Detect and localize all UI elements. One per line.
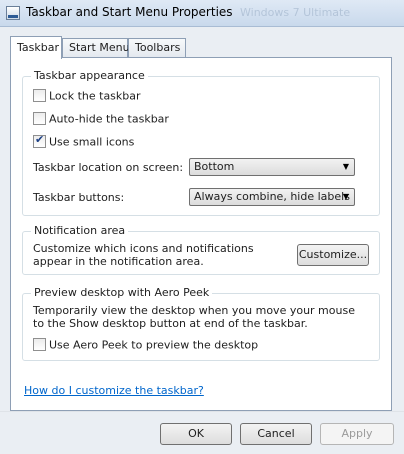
autohide-taskbar-checkbox[interactable] bbox=[33, 111, 46, 125]
taskbar-buttons-label: Taskbar buttons: bbox=[33, 191, 125, 204]
taskbar-location-value: Bottom bbox=[194, 160, 235, 173]
taskbar-app-icon bbox=[6, 6, 20, 20]
aero-peek-checkbox[interactable] bbox=[33, 337, 46, 351]
footer-divider bbox=[0, 411, 404, 412]
group-title-notification-area: Notification area bbox=[31, 224, 129, 237]
autohide-taskbar-row[interactable]: Auto-hide the taskbar bbox=[33, 111, 169, 126]
tab-start-menu[interactable]: Start Menu bbox=[62, 38, 130, 57]
aero-peek-row[interactable]: Use Aero Peek to preview the desktop bbox=[33, 337, 259, 352]
group-title-aero-peek: Preview desktop with Aero Peek bbox=[31, 286, 213, 299]
lock-taskbar-checkbox[interactable] bbox=[33, 88, 46, 102]
taskbar-buttons-value: Always combine, hide labels bbox=[194, 190, 350, 203]
group-notification-area: Notification area Customize which icons … bbox=[22, 224, 380, 275]
group-aero-peek: Preview desktop with Aero Peek Temporari… bbox=[22, 286, 380, 361]
small-icons-label: Use small icons bbox=[49, 135, 135, 149]
ok-button[interactable]: OK bbox=[160, 423, 232, 445]
chevron-down-icon: ▼ bbox=[342, 162, 349, 171]
window-title: Taskbar and Start Menu Properties bbox=[26, 5, 233, 19]
small-icons-checkbox[interactable] bbox=[33, 133, 46, 148]
window-title-ghost-text: Windows 7 Ultimate bbox=[240, 6, 351, 19]
tab-taskbar[interactable]: Taskbar bbox=[10, 36, 62, 59]
taskbar-location-dropdown[interactable]: Bottom ▼ bbox=[189, 158, 355, 176]
help-link[interactable]: How do I customize the taskbar? bbox=[24, 384, 204, 397]
lock-taskbar-label: Lock the taskbar bbox=[49, 89, 141, 103]
small-icons-row[interactable]: Use small icons bbox=[33, 133, 135, 149]
taskbar-buttons-dropdown[interactable]: Always combine, hide labels ▼ bbox=[189, 188, 355, 206]
aero-peek-description: Temporarily view the desktop when you mo… bbox=[33, 304, 355, 330]
notification-description: Customize which icons and notifications … bbox=[33, 242, 254, 268]
lock-taskbar-row[interactable]: Lock the taskbar bbox=[33, 88, 141, 103]
taskbar-location-label: Taskbar location on screen: bbox=[33, 161, 184, 174]
group-taskbar-appearance: Taskbar appearance Lock the taskbar Auto… bbox=[22, 69, 380, 216]
aero-peek-label: Use Aero Peek to preview the desktop bbox=[49, 338, 259, 352]
title-bar: Taskbar and Start Menu Properties Window… bbox=[0, 0, 404, 27]
cancel-button[interactable]: Cancel bbox=[240, 423, 312, 445]
chevron-down-icon: ▼ bbox=[342, 192, 349, 201]
customize-button[interactable]: Customize... bbox=[297, 244, 369, 266]
autohide-taskbar-label: Auto-hide the taskbar bbox=[49, 112, 169, 126]
apply-button[interactable]: Apply bbox=[320, 423, 394, 445]
tab-toolbars[interactable]: Toolbars bbox=[128, 38, 186, 57]
group-title-taskbar-appearance: Taskbar appearance bbox=[31, 69, 148, 82]
